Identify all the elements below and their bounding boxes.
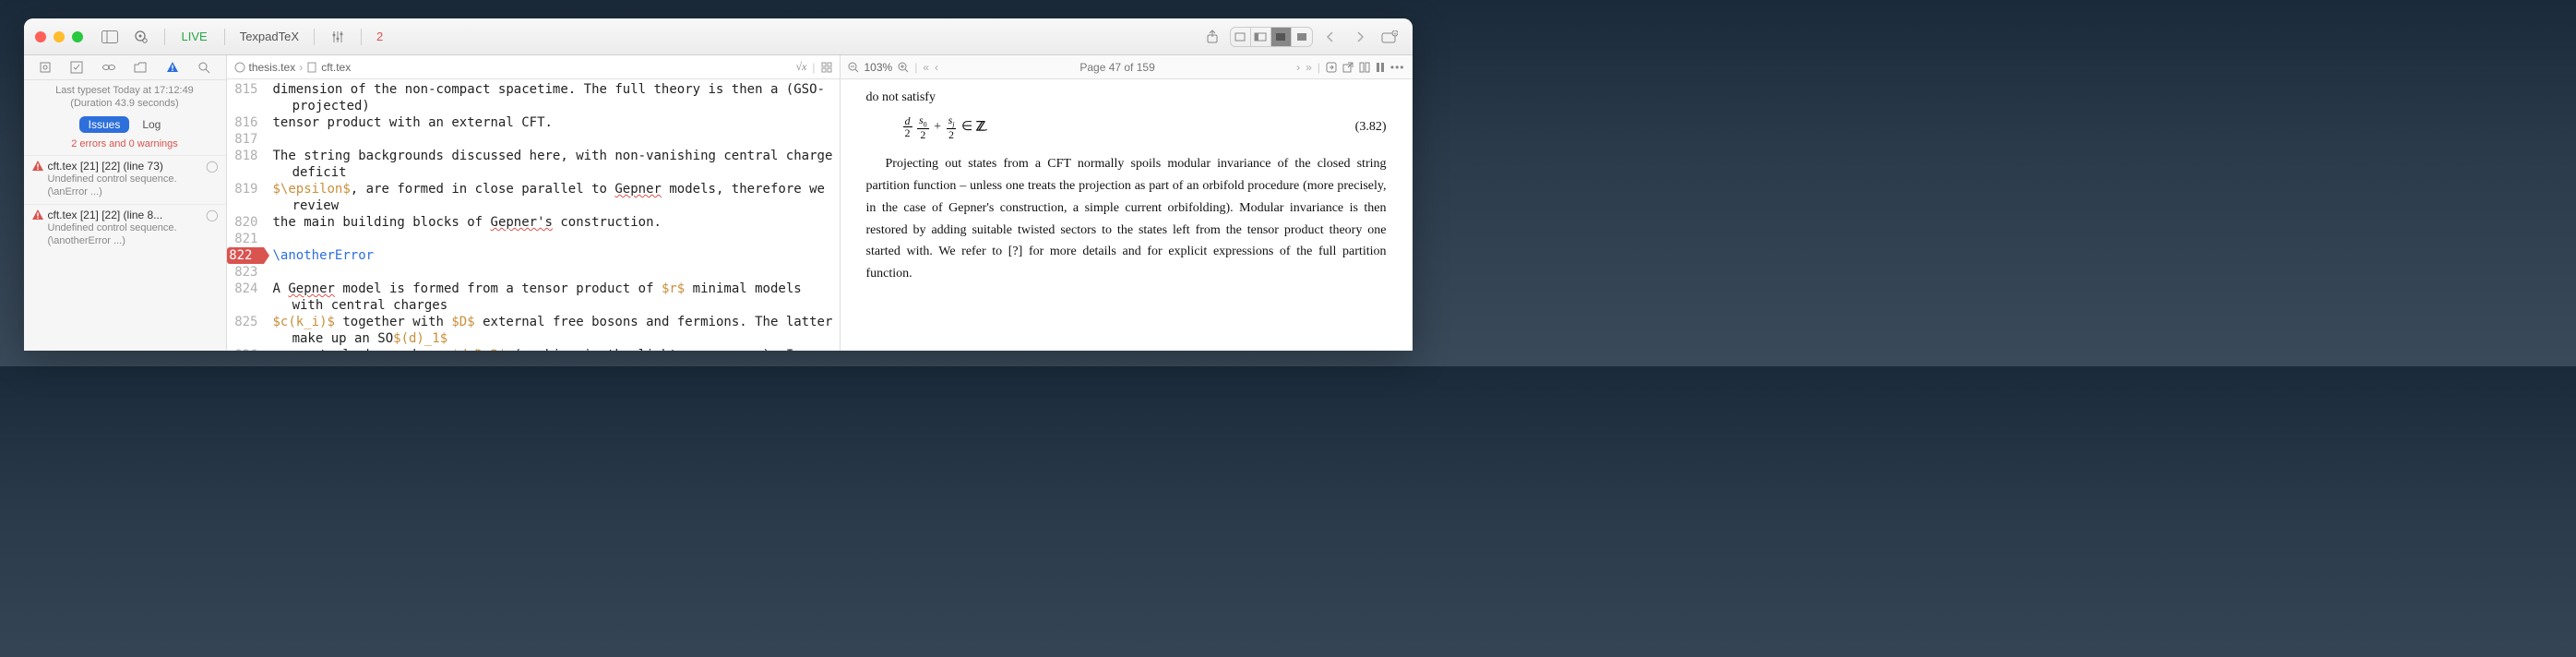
chevron-right-icon: ◯ (206, 160, 218, 173)
search-icon[interactable] (196, 59, 212, 76)
layout-split-left[interactable] (1251, 28, 1271, 46)
tab-issues[interactable]: Issues (79, 116, 130, 133)
sliders-icon[interactable] (326, 27, 350, 47)
pdf-preview-pane: 103% | « ‹ Page 47 of 159 › » | ••• do n… (841, 55, 1413, 351)
zoom-out-icon[interactable] (848, 62, 859, 73)
zoom-in-icon[interactable] (898, 62, 909, 73)
editor-pane: thesis.tex › cft.tex √x | 81581681781881… (227, 55, 841, 351)
editor-body[interactable]: 815816817818819820821822823824825826 dim… (227, 79, 840, 351)
zoom-level[interactable]: 103% (865, 61, 893, 74)
zoom-window-button[interactable] (72, 31, 83, 42)
page-prev-icon[interactable]: ‹ (935, 61, 938, 74)
sidebar-toggle-button[interactable] (98, 27, 122, 47)
page-last-icon[interactable]: » (1306, 61, 1312, 74)
link-icon[interactable] (101, 59, 117, 76)
preview-page[interactable]: do not satisfy d2 s02 + sj2 ∈ ℤ. (3.82) … (841, 79, 1413, 351)
separator (314, 29, 315, 45)
tab-log[interactable]: Log (133, 116, 170, 133)
issue-location: cft.tex [21] [22] (line 8... (48, 209, 163, 221)
editor-breadcrumb-bar: thesis.tex › cft.tex √x | (227, 55, 840, 79)
folder-icon[interactable] (132, 59, 149, 76)
titlebar: LIVE TexpadTeX 2 + (24, 18, 1413, 55)
layout-editor-only[interactable] (1231, 28, 1251, 46)
columns-icon[interactable] (1359, 62, 1370, 73)
share-icon[interactable] (1200, 27, 1224, 47)
preview-paragraph: Projecting out states from a CFT normall… (866, 153, 1387, 285)
status-time: Last typeset Today at 17:12:49 (28, 84, 222, 97)
layout-preview-only[interactable] (1292, 28, 1312, 46)
issue-detail: (\anotherError ...) (48, 234, 219, 247)
sync-icon[interactable] (1326, 62, 1337, 73)
issue-detail: (\anError ...) (48, 185, 219, 198)
issues-sidebar: Last typeset Today at 17:12:49 (Duration… (24, 55, 227, 351)
error-triangle-icon (31, 160, 44, 173)
breadcrumb-root[interactable]: thesis.tex (249, 61, 296, 74)
close-window-button[interactable] (35, 31, 46, 42)
new-tab-button[interactable]: + (1377, 27, 1401, 47)
traffic-lights (35, 31, 83, 42)
error-triangle-icon (31, 209, 44, 221)
separator (224, 29, 225, 45)
todo-icon[interactable] (68, 59, 85, 76)
nav-back-button[interactable] (1318, 27, 1342, 47)
preview-toolbar: 103% | « ‹ Page 47 of 159 › » | ••• (841, 55, 1413, 79)
grid-icon[interactable] (821, 62, 832, 73)
issue-message: Undefined control sequence. (48, 173, 219, 185)
code-area[interactable]: dimension of the non-compact spacetime. … (266, 79, 840, 351)
file-icon (306, 62, 317, 73)
equation-line: d2 s02 + sj2 ∈ ℤ. (3.82) (866, 114, 1387, 140)
issue-location: cft.tex [21] [22] (line 73) (48, 160, 163, 173)
breadcrumb-current[interactable]: cft.tex (321, 61, 351, 74)
open-external-icon[interactable] (1342, 62, 1354, 73)
sidebar-nav-icons (24, 55, 226, 80)
page-first-icon[interactable]: « (923, 61, 929, 74)
file-icon (234, 62, 245, 73)
separator (361, 29, 362, 45)
equation-body: d2 s02 + sj2 ∈ ℤ. (866, 114, 1355, 140)
warnings-icon[interactable] (164, 59, 181, 76)
preview-text: do not satisfy (866, 87, 1387, 109)
outline-icon[interactable] (37, 59, 54, 76)
page-next-icon[interactable]: › (1296, 61, 1300, 74)
breadcrumb-separator: › (299, 61, 303, 74)
nav-forward-button[interactable] (1348, 27, 1372, 47)
separator (164, 29, 165, 45)
settings-gear-icon[interactable] (129, 27, 153, 47)
svg-text:+: + (1393, 31, 1397, 37)
error-count-badge[interactable]: 2 (373, 30, 387, 43)
status-duration: (Duration 43.9 seconds) (28, 97, 222, 110)
layout-mode-switcher[interactable] (1230, 27, 1313, 47)
line-gutter: 815816817818819820821822823824825826 (227, 79, 266, 351)
equation-number: (3.82) (1355, 116, 1387, 138)
typeset-engine-label[interactable]: TexpadTeX (236, 30, 303, 43)
more-icon[interactable]: ••• (1390, 61, 1405, 74)
app-window: LIVE TexpadTeX 2 + (24, 18, 1413, 351)
issue-item[interactable]: cft.tex [21] [22] (line 8... ◯Undefined c… (24, 204, 226, 254)
issue-item[interactable]: cft.tex [21] [22] (line 73) ◯Undefined co… (24, 155, 226, 205)
issue-message: Undefined control sequence. (48, 221, 219, 234)
pause-icon[interactable] (1376, 62, 1385, 73)
typeset-status: Last typeset Today at 17:12:49 (Duration… (24, 80, 226, 113)
sidebar-tabs: Issues Log (24, 113, 226, 137)
issues-summary: 2 errors and 0 warnings (24, 137, 226, 155)
minimize-window-button[interactable] (54, 31, 65, 42)
chevron-right-icon: ◯ (206, 209, 218, 221)
page-indicator: Page 47 of 159 (944, 61, 1291, 74)
layout-split-even[interactable] (1271, 28, 1292, 46)
live-typeset-indicator[interactable]: LIVE (176, 30, 213, 43)
math-icon[interactable]: √x (795, 60, 806, 74)
